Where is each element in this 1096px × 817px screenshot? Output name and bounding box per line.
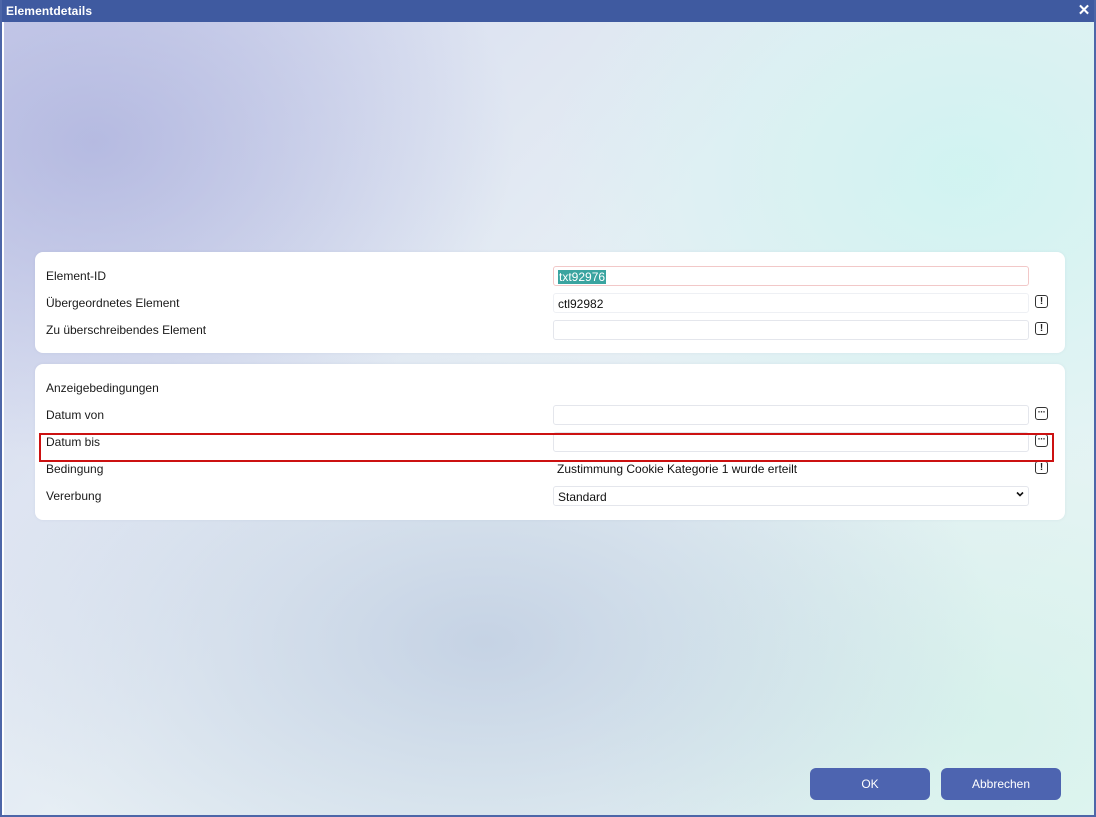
section-title: Anzeigebedingungen xyxy=(46,381,159,395)
ellipsis-icon[interactable]: ··· xyxy=(1035,434,1048,447)
close-icon[interactable]: ✕ xyxy=(1076,2,1092,20)
dialog-title: Elementdetails xyxy=(6,4,93,18)
info-icon[interactable]: ! xyxy=(1035,322,1048,335)
element-id-value: txt92976 xyxy=(558,270,607,284)
parent-element-label: Übergeordnetes Element xyxy=(46,296,180,310)
info-icon[interactable]: ! xyxy=(1035,295,1048,308)
element-id-row: Element-ID txt92976 xyxy=(35,265,1065,287)
date-to-label: Datum bis xyxy=(46,435,101,449)
date-from-label: Datum von xyxy=(46,408,105,422)
ok-button[interactable]: OK xyxy=(810,768,930,800)
general-panel: Element-ID txt92976 Übergeordnetes Eleme… xyxy=(35,252,1065,353)
date-to-field[interactable] xyxy=(553,432,1029,452)
inheritance-row: Vererbung Standard xyxy=(35,485,1065,507)
info-icon[interactable]: ! xyxy=(1035,461,1048,474)
inheritance-select[interactable]: Standard xyxy=(553,486,1029,506)
date-from-field[interactable] xyxy=(553,405,1029,425)
ellipsis-icon[interactable]: ··· xyxy=(1035,407,1048,420)
override-element-label: Zu überschreibendes Element xyxy=(46,323,207,337)
element-id-field[interactable]: txt92976 xyxy=(553,266,1029,286)
cancel-button[interactable]: Abbrechen xyxy=(941,768,1061,800)
condition-label: Bedingung xyxy=(46,462,104,476)
date-to-row: Datum bis ··· xyxy=(35,431,1065,453)
display-conditions-panel: Anzeigebedingungen Datum von ··· Datum b… xyxy=(35,364,1065,520)
title-bar: Elementdetails ✕ xyxy=(2,0,1094,22)
inheritance-selected-value: Standard xyxy=(558,490,607,504)
override-element-field[interactable] xyxy=(553,320,1029,340)
inheritance-label: Vererbung xyxy=(46,489,102,503)
override-element-row: Zu überschreibendes Element ! xyxy=(35,319,1065,341)
parent-element-field[interactable]: ctl92982 xyxy=(553,293,1029,313)
dialog-window: Elementdetails ✕ Element-ID txt92976 Übe… xyxy=(0,0,1096,817)
parent-element-row: Übergeordnetes Element ctl92982 ! xyxy=(35,292,1065,314)
element-id-label: Element-ID xyxy=(46,269,107,283)
chevron-down-icon xyxy=(1016,491,1024,497)
date-from-row: Datum von ··· xyxy=(35,404,1065,426)
dialog-content: Element-ID txt92976 Übergeordnetes Eleme… xyxy=(4,22,1094,815)
condition-row: Bedingung Zustimmung Cookie Kategorie 1 … xyxy=(35,458,1065,480)
condition-field[interactable]: Zustimmung Cookie Kategorie 1 wurde erte… xyxy=(553,459,1029,479)
